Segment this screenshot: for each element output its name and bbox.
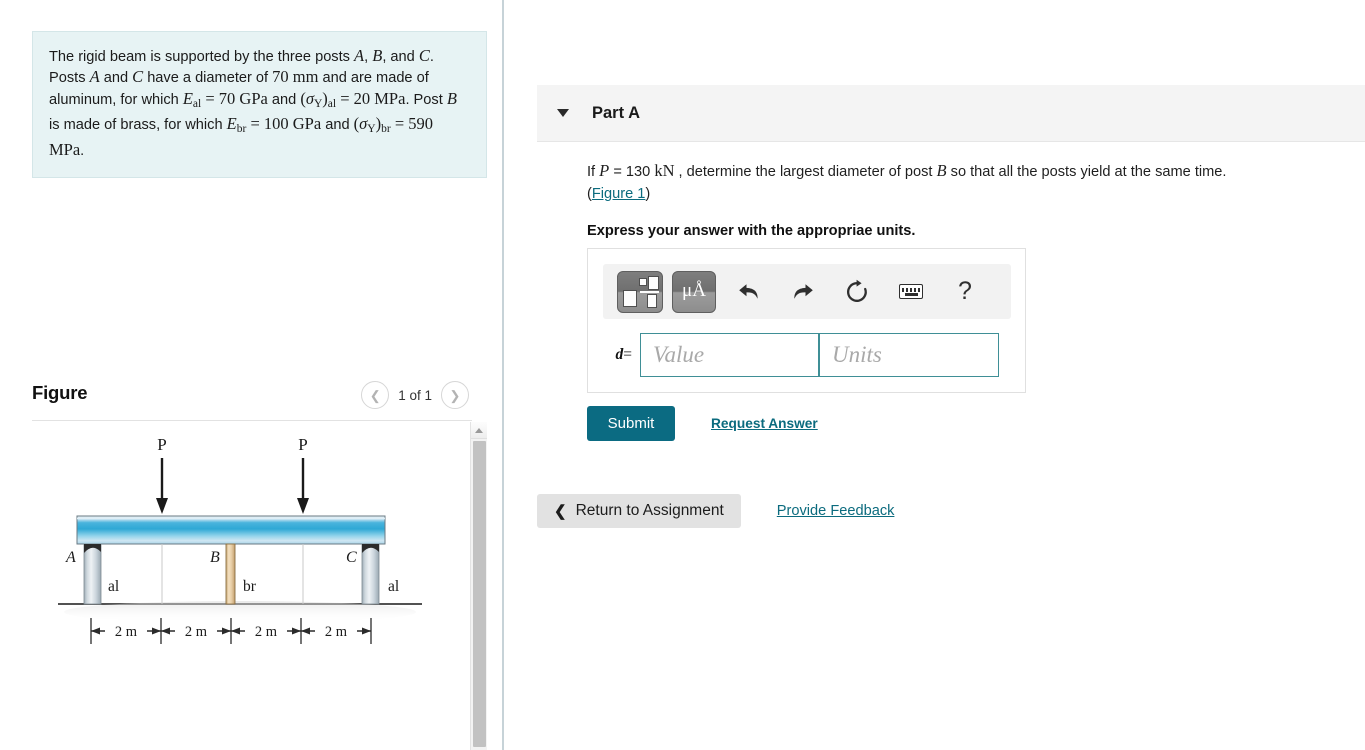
undo-icon[interactable]	[728, 271, 770, 313]
question-text: If P = 130 kN , determine the largest di…	[587, 161, 1227, 202]
variable-label: d=	[603, 346, 640, 364]
svg-text:br: br	[243, 578, 257, 595]
figure-header: Figure ❮ 1 of 1 ❯	[32, 379, 487, 419]
part-title: Part A	[592, 103, 640, 122]
help-label: ?	[958, 277, 972, 305]
svg-text:P: P	[298, 435, 307, 454]
template-box-large	[623, 289, 637, 307]
dimension-label: 2 m	[255, 624, 278, 640]
svg-text:B: B	[210, 549, 220, 566]
scrollbar-thumb[interactable]	[472, 441, 486, 747]
left-pane: The rigid beam is supported by the three…	[0, 0, 502, 750]
reset-icon[interactable]	[836, 271, 878, 313]
template-fraction-bar	[640, 290, 659, 293]
dimension-label: 2 m	[115, 624, 138, 640]
redo-icon[interactable]	[782, 271, 824, 313]
equals-sign: =	[623, 346, 632, 363]
return-label: Return to Assignment	[575, 502, 724, 519]
svg-text:P: P	[157, 435, 166, 454]
right-pane: Part A If P = 130 kN , determine the lar…	[504, 0, 1365, 750]
svg-text:A: A	[65, 549, 76, 566]
figure-scrollbar[interactable]	[470, 422, 487, 750]
answer-toolbar: μÅ ?	[603, 264, 1011, 319]
answer-input-panel: μÅ ? d= Value Units	[587, 248, 1026, 393]
figure-navigation: ❮ 1 of 1 ❯	[361, 381, 469, 409]
svg-text:al: al	[388, 578, 399, 595]
return-to-assignment-button[interactable]: ❮ Return to Assignment	[537, 494, 741, 528]
keyboard-icon[interactable]	[890, 271, 932, 313]
figure-divider	[32, 420, 472, 421]
request-answer-link[interactable]: Request Answer	[711, 416, 818, 431]
template-box-small	[639, 277, 647, 286]
figure-1-link[interactable]: Figure 1	[592, 186, 646, 202]
figure-page-indicator: 1 of 1	[398, 387, 432, 403]
assignment-page: The rigid beam is supported by the three…	[0, 0, 1365, 750]
question-body: If P = 130 kN , determine the largest di…	[587, 160, 1347, 239]
submit-row: Submit Request Answer	[587, 406, 818, 441]
figure-title: Figure	[32, 382, 88, 403]
help-icon[interactable]: ?	[944, 271, 986, 313]
answer-instruction: Express your answer with the appropriae …	[587, 223, 916, 239]
submit-button[interactable]: Submit	[587, 406, 675, 441]
svg-text:C: C	[346, 549, 357, 566]
figure-viewport: P P A B C al br al 2 m 2 m 2 m 2 m	[32, 422, 487, 750]
value-placeholder: Value	[653, 342, 705, 367]
problem-statement-text: The rigid beam is supported by the three…	[49, 46, 457, 159]
answer-entry-row: d= Value Units	[603, 333, 999, 377]
provide-feedback-link[interactable]: Provide Feedback	[777, 503, 895, 519]
figure-reference: (Figure 1)	[587, 186, 651, 202]
scroll-up-button[interactable]	[471, 422, 487, 439]
units-input[interactable]: Units	[819, 333, 999, 377]
part-a-header[interactable]: Part A	[537, 85, 1365, 142]
units-icon[interactable]: μÅ	[672, 270, 716, 313]
dimension-label: 2 m	[325, 624, 348, 640]
template-box-denominator	[647, 293, 657, 308]
footer-row: ❮ Return to Assignment Provide Feedback	[537, 494, 894, 528]
caret-down-icon[interactable]	[557, 109, 569, 117]
chevron-left-icon: ❮	[554, 503, 567, 520]
units-placeholder: Units	[832, 342, 882, 367]
svg-text:al: al	[108, 578, 119, 595]
math-template-icon[interactable]	[617, 270, 663, 313]
figure-prev-button[interactable]: ❮	[361, 381, 390, 409]
beam-posts-diagram: P P A B C al br al 2 m 2 m 2 m 2 m	[58, 435, 422, 644]
figure-diagram: P P A B C al br al 2 m 2 m 2 m 2 m	[32, 422, 470, 750]
dimension-label: 2 m	[185, 624, 208, 640]
value-input[interactable]: Value	[640, 333, 819, 377]
template-box-numerator	[648, 275, 659, 290]
problem-statement-box: The rigid beam is supported by the three…	[32, 31, 487, 178]
triangle-up-icon	[475, 427, 483, 433]
figure-next-button[interactable]: ❯	[441, 381, 469, 409]
